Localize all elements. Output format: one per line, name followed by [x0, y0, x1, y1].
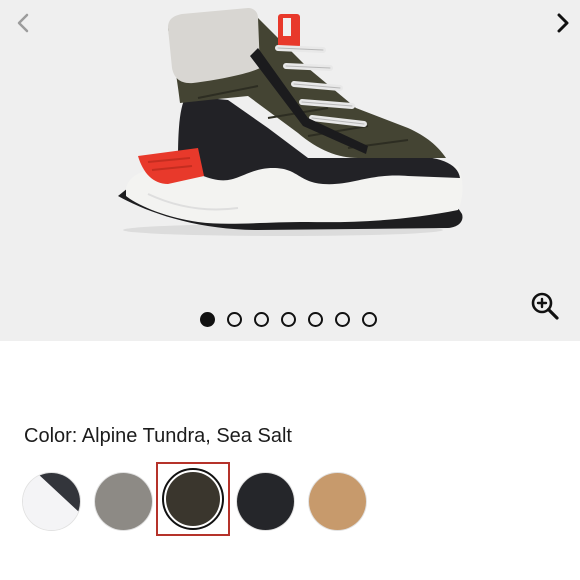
- image-carousel-pagination: [200, 312, 377, 327]
- previous-image-button[interactable]: [6, 6, 40, 40]
- selected-color-label: Color: Alpine Tundra, Sea Salt: [24, 425, 292, 447]
- next-image-button[interactable]: [546, 6, 580, 40]
- color-swatch[interactable]: [306, 470, 368, 532]
- carousel-dot[interactable]: [335, 312, 350, 327]
- color-swatch-selected[interactable]: [156, 462, 230, 536]
- swatch-circle: [236, 472, 294, 530]
- carousel-dot[interactable]: [200, 312, 215, 327]
- color-swatch[interactable]: [92, 470, 154, 532]
- color-swatch[interactable]: [234, 470, 296, 532]
- zoom-button[interactable]: [525, 286, 565, 326]
- carousel-dot[interactable]: [308, 312, 323, 327]
- swatch-split-icon: [22, 472, 80, 530]
- carousel-dot[interactable]: [254, 312, 269, 327]
- swatch-circle: [166, 472, 220, 526]
- swatch-selected-ring: [162, 468, 224, 530]
- product-image-gallery: [0, 0, 580, 341]
- swatch-circle: [22, 472, 80, 530]
- zoom-in-icon: [531, 292, 559, 320]
- chevron-right-icon: [557, 13, 569, 33]
- product-image-sneaker-boot: [118, 8, 463, 236]
- color-swatch[interactable]: [20, 470, 82, 532]
- swatch-circle: [308, 472, 366, 530]
- carousel-dot[interactable]: [227, 312, 242, 327]
- carousel-dot[interactable]: [362, 312, 377, 327]
- color-swatch-list: [20, 462, 580, 540]
- chevron-left-icon: [17, 13, 29, 33]
- swatch-circle: [94, 472, 152, 530]
- carousel-dot[interactable]: [281, 312, 296, 327]
